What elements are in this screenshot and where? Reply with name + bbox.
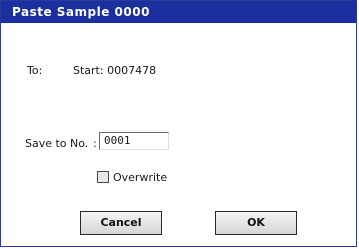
paste-sample-dialog: Paste Sample 0000 To: Start: 0007478 Sav… xyxy=(0,0,357,247)
save-to-number-field[interactable]: 0001 xyxy=(99,132,169,150)
overwrite-checkbox[interactable] xyxy=(97,171,109,183)
overwrite-label: Overwrite xyxy=(113,171,168,184)
save-to-colon: : xyxy=(93,137,97,150)
start-value: Start: 0007478 xyxy=(73,64,157,77)
to-label: To: xyxy=(27,64,43,77)
save-to-label: Save to No. xyxy=(25,137,89,150)
dialog-title: Paste Sample 0000 xyxy=(1,1,356,23)
cancel-button[interactable]: Cancel xyxy=(80,211,162,235)
ok-button[interactable]: OK xyxy=(215,211,297,235)
